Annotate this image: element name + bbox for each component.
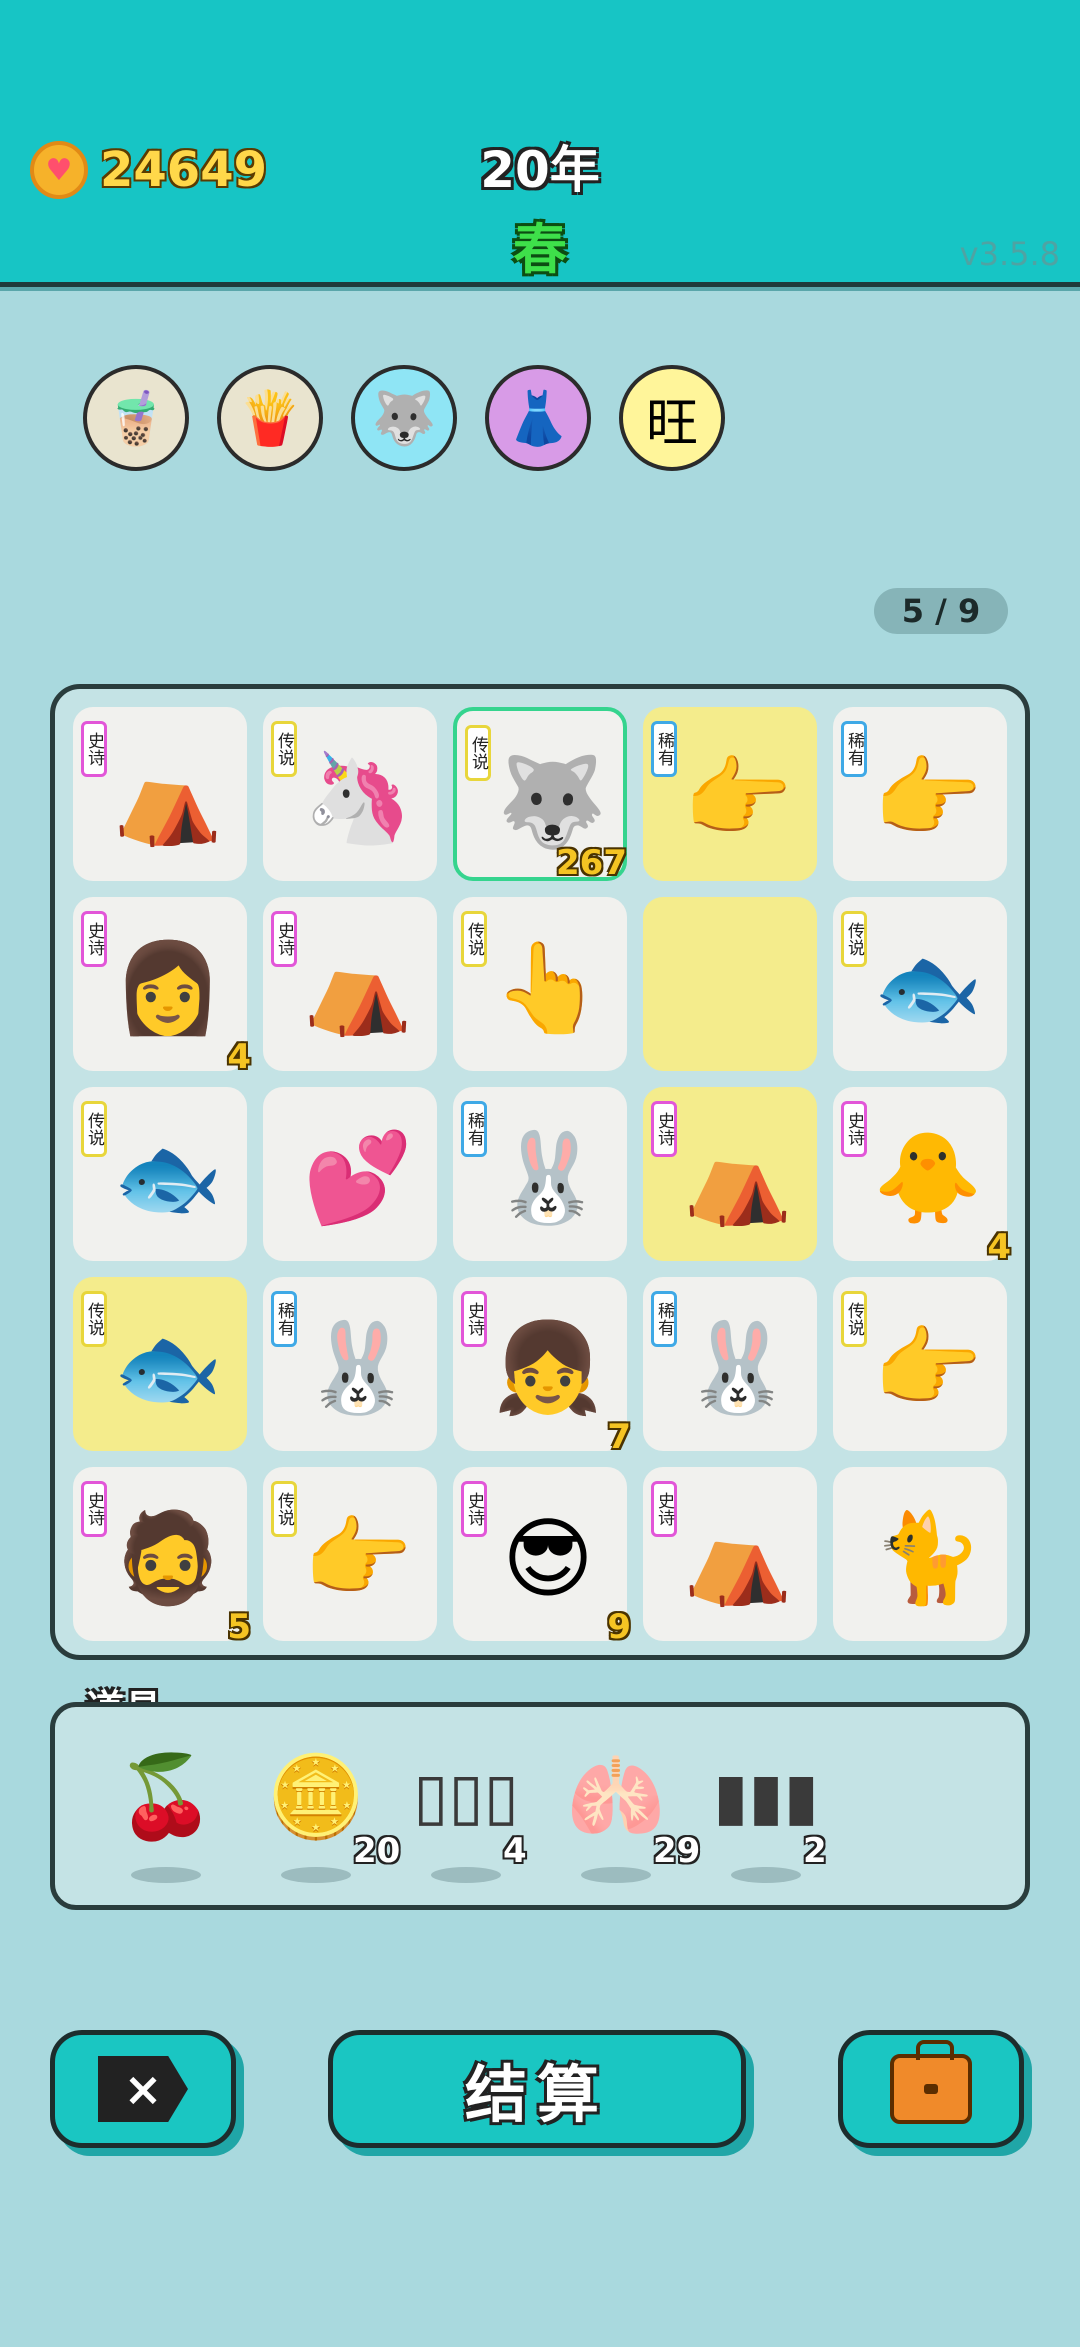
buff-slot[interactable]: 👗	[485, 365, 591, 471]
grid-cell[interactable]: 稀有 🐰	[453, 1087, 627, 1261]
buff-slot[interactable]: 旺	[619, 365, 725, 471]
grid-cell[interactable]: 史诗 🐥 4	[833, 1087, 1011, 1267]
grid-cell[interactable]	[643, 897, 817, 1071]
item-icon: ⛺	[683, 1126, 793, 1229]
item-count: 4	[227, 1037, 251, 1077]
item-icon: 👆	[493, 936, 603, 1039]
settle-button[interactable]: 结算	[328, 2030, 746, 2148]
tool-count: 4	[503, 1831, 527, 1871]
inventory-button[interactable]	[838, 2030, 1024, 2148]
item-icon: 🧔	[113, 1506, 223, 1609]
tools-panel: 🍒 🪙 20 ▯▯▯ 4 🫁 29 ▮▮▮ 2	[50, 1702, 1030, 1910]
grid-cell[interactable]: 稀有 🐰	[643, 1277, 817, 1451]
lychee-icon: 🍒	[116, 1750, 216, 1843]
grid-cell[interactable]: 史诗 🧔 5	[73, 1467, 251, 1647]
tool-count: 29	[653, 1831, 701, 1871]
item-grid: 史诗 ⛺ 传说 🦄 传说 🐺 267 稀有 👉 稀有 👉 史诗 👩 4 史诗 ⛺ 传说 👆 传说 🐟 传说 🐟 💕 稀有 🐰 史诗…	[50, 684, 1030, 1660]
item-icon: 🐟	[873, 936, 983, 1039]
item-count: 9	[607, 1607, 631, 1647]
year-label: 20年	[480, 141, 600, 199]
item-icon: ⛺	[303, 936, 413, 1039]
grid-cell[interactable]: 传说 🦄	[263, 707, 437, 881]
tool-item-rare-slots[interactable]: ▮▮▮ 2	[711, 1747, 831, 1883]
grid-cell[interactable]: 稀有 👉	[643, 707, 817, 881]
item-icon: 🐟	[113, 1316, 223, 1419]
tool-item-coin[interactable]: 🪙 20	[261, 1747, 400, 1883]
tool-shadow	[281, 1867, 351, 1883]
item-icon: 🐰	[493, 1126, 603, 1229]
grid-cell[interactable]: 传说 👆	[453, 897, 627, 1071]
item-icon: ⛺	[113, 746, 223, 849]
grid-cell[interactable]: 传说 🐟	[833, 897, 1007, 1071]
grid-cell[interactable]: 传说 🐟	[73, 1087, 247, 1261]
briefcase-icon	[890, 2040, 972, 2124]
item-icon: 👉	[873, 1316, 983, 1419]
item-icon: 🐰	[303, 1316, 413, 1419]
season-label: 春	[513, 218, 567, 281]
tool-count: 20	[353, 1831, 401, 1871]
grid-cell[interactable]: 传说 🐺 267	[453, 707, 627, 883]
item-icon: ⛺	[683, 1506, 793, 1609]
item-icon: 🐈	[873, 1506, 983, 1609]
item-count: 5	[227, 1607, 251, 1647]
grid-cell[interactable]: 💕	[263, 1087, 437, 1261]
tool-item-slots[interactable]: ▯▯▯ 4	[411, 1747, 531, 1883]
item-icon: 👉	[873, 746, 983, 849]
buff-slot[interactable]: 🍟	[217, 365, 323, 471]
grid-cell[interactable]: 史诗 ⛺	[643, 1467, 817, 1641]
version-label: v3.5.8	[959, 235, 1060, 273]
grid-cell[interactable]: 稀有 🐰	[263, 1277, 437, 1451]
item-icon: 👉	[683, 746, 793, 849]
tool-shadow	[431, 1867, 501, 1883]
grid-cell[interactable]: 🐈	[833, 1467, 1007, 1641]
grid-cell[interactable]: 传说 🐟	[73, 1277, 247, 1451]
grid-cell[interactable]: 传说 👉	[263, 1467, 437, 1641]
item-icon: 👩	[113, 936, 223, 1039]
item-count: 7	[607, 1417, 631, 1457]
tool-item-lychee[interactable]: 🍒	[111, 1747, 231, 1883]
grid-cell[interactable]: 稀有 👉	[833, 707, 1007, 881]
grid-cell[interactable]: 史诗 👩 4	[73, 897, 251, 1077]
grid-cell[interactable]: 传说 👉	[833, 1277, 1007, 1451]
tool-shadow	[731, 1867, 801, 1883]
buff-slot[interactable]: 🐺	[351, 365, 457, 471]
grid-cell[interactable]: 史诗 ⛺	[643, 1087, 817, 1261]
item-count: 4	[987, 1227, 1011, 1267]
progress-counter: 5 / 9	[874, 588, 1008, 634]
grid-cell[interactable]: 史诗 ⛺	[263, 897, 437, 1071]
exit-button[interactable]: ×	[50, 2030, 236, 2148]
item-icon: 🐟	[113, 1126, 223, 1229]
item-icon: 👉	[303, 1506, 413, 1609]
item-icon: 🐥	[873, 1126, 983, 1229]
item-icon: 💕	[303, 1126, 413, 1229]
top-bar: ♥ 24649 20年 春 v3.5.8	[0, 0, 1080, 287]
item-icon: 🦄	[303, 746, 413, 849]
tool-count: 2	[803, 1831, 827, 1871]
grid-cell[interactable]: 史诗 👧 7	[453, 1277, 631, 1457]
buff-slot[interactable]: 🧋	[83, 365, 189, 471]
item-icon: 😎	[502, 1506, 594, 1610]
close-icon: ×	[98, 2056, 188, 2122]
tool-shadow	[581, 1867, 651, 1883]
item-count: 267	[556, 843, 627, 883]
tool-item-liver[interactable]: 🫁 29	[561, 1747, 700, 1883]
item-icon: 🐰	[683, 1316, 793, 1419]
item-icon: 👧	[493, 1316, 603, 1419]
tool-shadow	[131, 1867, 201, 1883]
grid-cell[interactable]: 史诗 ⛺	[73, 707, 247, 881]
grid-cell[interactable]: 史诗 😎 9	[453, 1467, 631, 1647]
settle-label: 结算	[464, 2058, 609, 2131]
